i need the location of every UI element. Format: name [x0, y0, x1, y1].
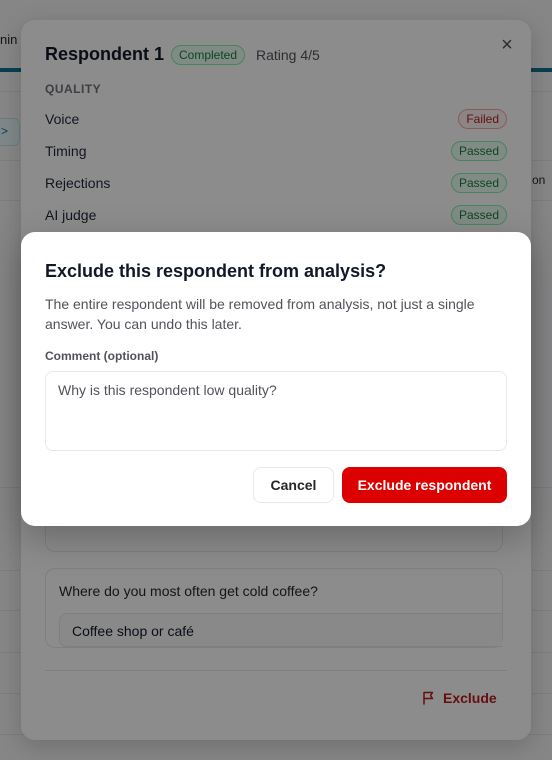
- dialog-title: Exclude this respondent from analysis?: [45, 261, 387, 281]
- cancel-button[interactable]: Cancel: [253, 467, 334, 503]
- dialog-description: The entire respondent will be removed fr…: [45, 296, 475, 332]
- exclude-respondent-button[interactable]: Exclude respondent: [342, 467, 507, 503]
- comment-field[interactable]: [45, 371, 507, 451]
- comment-label: Comment (optional): [45, 349, 159, 363]
- exclude-confirm-dialog: Exclude this respondent from analysis? T…: [21, 232, 531, 526]
